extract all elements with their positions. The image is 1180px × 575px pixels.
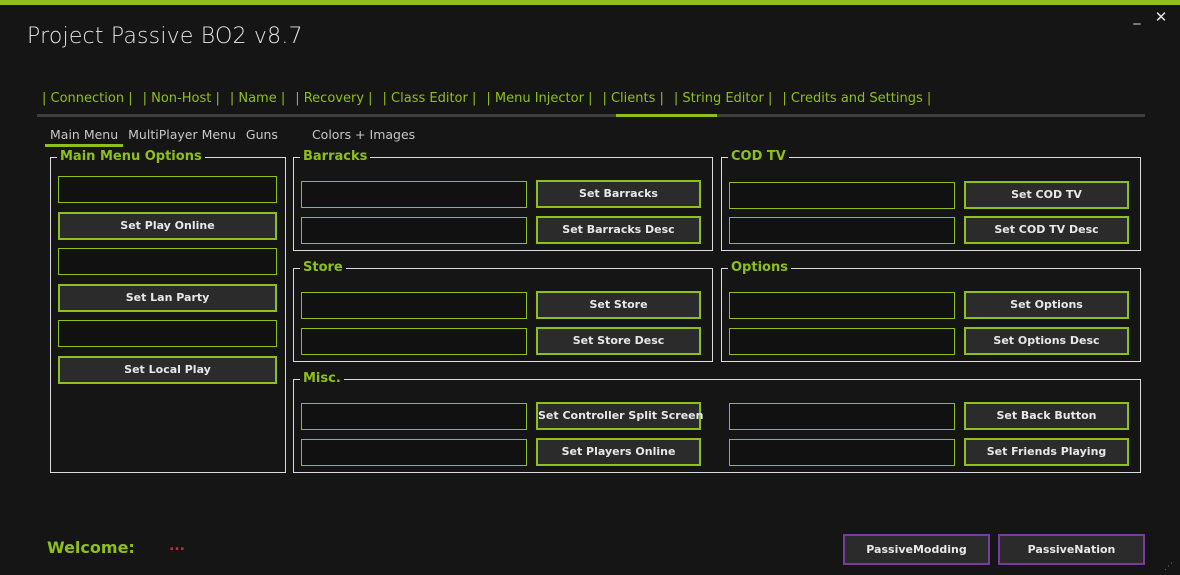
resize-grip-icon[interactable]: ⋰ <box>1164 562 1174 572</box>
lan-party-input[interactable] <box>58 248 277 275</box>
group-barracks: Barracks Set Barracks Set Barracks Desc <box>293 149 713 251</box>
group-cod-tv: COD TV Set COD TV Set COD TV Desc <box>721 149 1141 251</box>
tab-menu-injector[interactable]: | Menu Injector | <box>481 89 597 115</box>
subtab-guns[interactable]: Guns <box>241 127 283 145</box>
set-barracks-button[interactable]: Set Barracks <box>536 180 701 208</box>
cod-tv-input[interactable] <box>729 182 955 209</box>
options-desc-input[interactable] <box>729 328 955 355</box>
set-local-play-button[interactable]: Set Local Play <box>58 356 277 384</box>
group-title-barracks: Barracks <box>300 149 371 165</box>
sub-tab-bar: Main Menu MultiPlayer Menu Guns Colors +… <box>45 126 420 147</box>
cod-tv-desc-input[interactable] <box>729 217 955 244</box>
passive-nation-button[interactable]: PassiveNation <box>998 534 1145 565</box>
back-button-input[interactable] <box>729 403 955 430</box>
set-friends-playing-button[interactable]: Set Friends Playing <box>964 438 1129 466</box>
local-play-input[interactable] <box>58 320 277 347</box>
controller-split-screen-input[interactable] <box>301 403 527 430</box>
store-desc-input[interactable] <box>301 328 527 355</box>
tab-class-editor[interactable]: | Class Editor | <box>378 89 482 115</box>
tab-active-indicator <box>616 114 717 117</box>
subtab-multiplayer-menu[interactable]: MultiPlayer Menu <box>123 127 241 145</box>
tab-non-host[interactable]: | Non-Host | <box>138 89 225 115</box>
group-title-misc: Misc. <box>300 371 344 387</box>
welcome-username: ... <box>169 538 185 554</box>
group-main-menu-options: Main Menu Options Set Play Online Set La… <box>50 149 286 473</box>
set-options-button[interactable]: Set Options <box>964 291 1129 319</box>
set-barracks-desc-button[interactable]: Set Barracks Desc <box>536 216 701 244</box>
barracks-input[interactable] <box>301 181 527 208</box>
tab-bar-underline <box>37 114 1145 117</box>
group-options: Options Set Options Set Options Desc <box>721 260 1141 362</box>
set-players-online-button[interactable]: Set Players Online <box>536 438 701 466</box>
set-cod-tv-button[interactable]: Set COD TV <box>964 181 1129 209</box>
main-tab-bar: | Connection | | Non-Host | | Name | | R… <box>37 89 936 115</box>
app-window: Project Passive BO2 v8.7 _ ✕ | Connectio… <box>0 0 1180 575</box>
set-play-online-button[interactable]: Set Play Online <box>58 212 277 240</box>
welcome-label: Welcome: <box>47 538 135 557</box>
group-title-main-menu: Main Menu Options <box>57 149 205 165</box>
subtab-main-menu[interactable]: Main Menu <box>45 127 124 147</box>
group-store: Store Set Store Set Store Desc <box>293 260 713 362</box>
set-options-desc-button[interactable]: Set Options Desc <box>964 327 1129 355</box>
tab-recovery[interactable]: | Recovery | <box>290 89 377 115</box>
friends-playing-input[interactable] <box>729 439 955 466</box>
tab-connection[interactable]: | Connection | <box>37 89 138 115</box>
tab-name[interactable]: | Name | <box>225 89 290 115</box>
passive-modding-button[interactable]: PassiveModding <box>843 534 990 565</box>
minimize-icon[interactable]: _ <box>1128 8 1146 26</box>
group-misc: Misc. Set Controller Split Screen Set Pl… <box>293 371 1141 473</box>
set-back-button-button[interactable]: Set Back Button <box>964 402 1129 430</box>
top-accent-bar <box>0 0 1180 5</box>
set-cod-tv-desc-button[interactable]: Set COD TV Desc <box>964 216 1129 244</box>
set-lan-party-button[interactable]: Set Lan Party <box>58 284 277 312</box>
set-controller-split-screen-button[interactable]: Set Controller Split Screen <box>536 402 703 430</box>
group-title-options: Options <box>728 260 791 276</box>
set-store-desc-button[interactable]: Set Store Desc <box>536 327 701 355</box>
set-store-button[interactable]: Set Store <box>536 291 701 319</box>
group-title-cod-tv: COD TV <box>728 149 789 165</box>
tab-string-editor[interactable]: | String Editor | <box>669 89 777 115</box>
players-online-input[interactable] <box>301 439 527 466</box>
subtab-colors-images[interactable]: Colors + Images <box>307 127 420 145</box>
window-title: Project Passive BO2 v8.7 <box>27 24 303 49</box>
group-title-store: Store <box>300 260 346 276</box>
close-icon[interactable]: ✕ <box>1152 8 1170 26</box>
tab-credits-and-settings[interactable]: | Credits and Settings | <box>777 89 936 115</box>
play-online-input[interactable] <box>58 176 277 203</box>
store-input[interactable] <box>301 292 527 319</box>
tab-clients[interactable]: | Clients | <box>597 89 668 115</box>
barracks-desc-input[interactable] <box>301 217 527 244</box>
options-input[interactable] <box>729 292 955 319</box>
